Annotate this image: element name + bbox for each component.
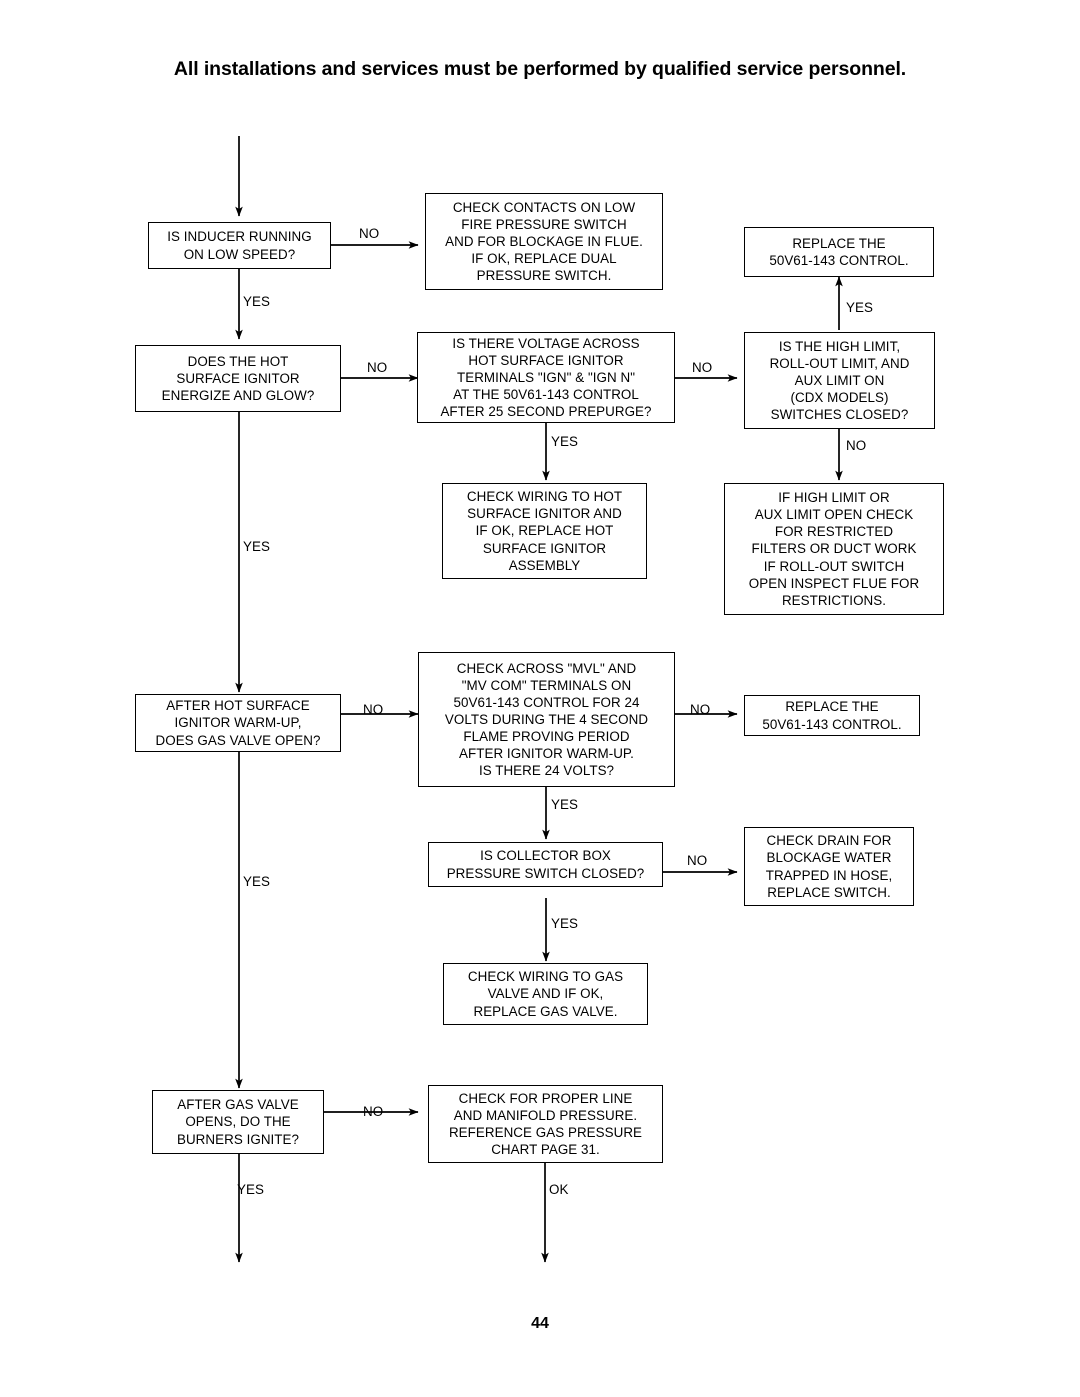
edge-label-no-high-limit: NO: [846, 438, 867, 453]
node-is-inducer-running[interactable]: IS INDUCER RUNNING ON LOW SPEED?: [148, 222, 331, 269]
edge-label-no-voltage-across: NO: [692, 360, 713, 375]
edge-label-yes-voltage-across: YES: [551, 434, 578, 449]
edge-label-yes-high-limit: YES: [846, 300, 873, 315]
node-check-contacts-low-fire[interactable]: CHECK CONTACTS ON LOW FIRE PRESSURE SWIT…: [425, 193, 663, 290]
edge-label-yes-collector-box: YES: [551, 916, 578, 931]
node-if-high-limit-or-aux-limit-open[interactable]: IF HIGH LIMIT OR AUX LIMIT OPEN CHECK FO…: [724, 483, 944, 615]
node-check-wiring-to-gas-valve[interactable]: CHECK WIRING TO GAS VALVE AND IF OK, REP…: [443, 963, 648, 1025]
node-is-collector-box-switch-closed[interactable]: IS COLLECTOR BOX PRESSURE SWITCH CLOSED?: [428, 842, 663, 887]
node-check-drain-for-blockage[interactable]: CHECK DRAIN FOR BLOCKAGE WATER TRAPPED I…: [744, 827, 914, 906]
node-is-high-limit-closed[interactable]: IS THE HIGH LIMIT, ROLL-OUT LIMIT, AND A…: [744, 332, 935, 429]
node-does-hot-surface-ignitor-glow[interactable]: DOES THE HOT SURFACE IGNITOR ENERGIZE AN…: [135, 345, 341, 412]
node-is-there-voltage-across-ignitor[interactable]: IS THERE VOLTAGE ACROSS HOT SURFACE IGNI…: [417, 332, 675, 423]
node-replace-control-middle[interactable]: REPLACE THE 50V61-143 CONTROL.: [744, 695, 920, 736]
node-replace-control-top[interactable]: REPLACE THE 50V61-143 CONTROL.: [744, 227, 934, 277]
troubleshooting-flowchart: IS INDUCER RUNNING ON LOW SPEED? CHECK C…: [0, 0, 1080, 1397]
node-check-wiring-to-hot-ignitor[interactable]: CHECK WIRING TO HOT SURFACE IGNITOR AND …: [442, 483, 647, 579]
node-check-line-manifold-pressure[interactable]: CHECK FOR PROPER LINE AND MANIFOLD PRESS…: [428, 1085, 663, 1163]
edge-label-ok-pressure: OK: [549, 1182, 569, 1197]
edge-label-no-24-volts: NO: [690, 702, 711, 717]
edge-label-no-collector-box: NO: [687, 853, 708, 868]
node-check-across-mvl-mv-com[interactable]: CHECK ACROSS "MVL" AND "MV COM" TERMINAL…: [418, 652, 675, 787]
node-after-warmup-gas-valve-open[interactable]: AFTER HOT SURFACE IGNITOR WARM-UP, DOES …: [135, 694, 341, 752]
edge-label-no-ignitor-glow: NO: [367, 360, 388, 375]
edge-label-no-inducer: NO: [359, 226, 380, 241]
edge-label-no-gas-valve-open: NO: [363, 702, 384, 717]
edge-label-yes-burners-ignite: YES: [237, 1182, 264, 1197]
node-after-gas-valve-burners-ignite[interactable]: AFTER GAS VALVE OPENS, DO THE BURNERS IG…: [152, 1090, 324, 1154]
edge-label-yes-ignitor-glow-long: YES: [243, 539, 270, 554]
edge-label-yes-gas-valve-open-long: YES: [243, 874, 270, 889]
edge-label-yes-inducer: YES: [243, 294, 270, 309]
edge-label-no-burners-ignite: NO: [363, 1104, 384, 1119]
page-number: 44: [531, 1315, 549, 1332]
edge-label-yes-24-volts: YES: [551, 797, 578, 812]
